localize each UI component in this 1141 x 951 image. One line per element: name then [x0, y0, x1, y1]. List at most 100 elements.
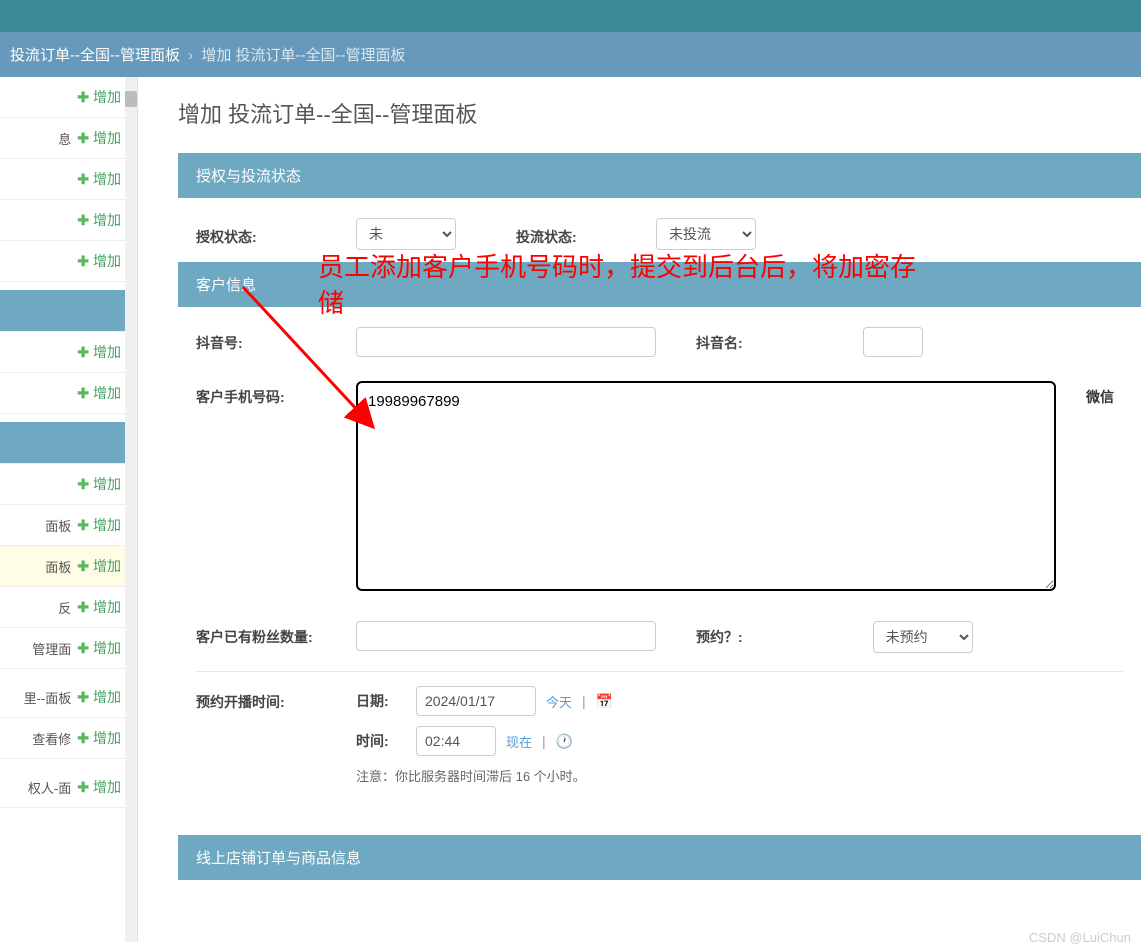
sidebar-add-link[interactable]: ✚增加: [77, 474, 121, 494]
plus-icon: ✚: [77, 89, 89, 106]
sidebar-item[interactable]: 息 ✚增加: [0, 118, 137, 159]
sidebar-add-link[interactable]: ✚增加: [77, 251, 121, 271]
time-input[interactable]: [416, 726, 496, 756]
sidebar-item[interactable]: ✚增加: [0, 159, 137, 200]
sidebar-item[interactable]: ✚增加: [0, 464, 137, 505]
sidebar-item-label: 权人-面: [28, 778, 71, 797]
sidebar-item-label: 查看修: [32, 729, 71, 748]
fans-label: 客户已有粉丝数量:: [196, 621, 356, 647]
reserve-label: 预约？:: [696, 621, 743, 647]
sidebar-item[interactable]: ✚增加: [0, 77, 137, 118]
pipe-sep: |: [582, 693, 586, 709]
plus-icon: ✚: [77, 253, 89, 270]
add-text: 增加: [93, 777, 121, 797]
scroll-track[interactable]: [125, 77, 137, 942]
plus-icon: ✚: [77, 130, 89, 147]
phone-label: 客户手机号码:: [196, 381, 356, 407]
section-auth-body: 授权状态: 未 投流状态: 未投流: [178, 198, 1141, 262]
page-title: 增加 投流订单--全国--管理面板: [178, 97, 1141, 129]
plus-icon: ✚: [77, 344, 89, 361]
sidebar-add-link[interactable]: ✚增加: [77, 383, 121, 403]
auth-status-select[interactable]: 未: [356, 218, 456, 250]
sidebar-item[interactable]: 反 ✚增加: [0, 587, 137, 628]
breadcrumb-main[interactable]: 投流订单--全国--管理面板: [10, 47, 180, 64]
sidebar-add-link[interactable]: ✚增加: [77, 777, 121, 797]
sidebar-add-link[interactable]: ✚增加: [77, 342, 121, 362]
sidebar-add-link[interactable]: ✚增加: [77, 597, 121, 617]
now-link[interactable]: 现在: [506, 732, 532, 751]
sidebar-item-label: 反: [58, 598, 71, 617]
breadcrumb: 投流订单--全国--管理面板 › 增加 投流订单--全国--管理面板: [0, 32, 1141, 77]
add-text: 增加: [93, 87, 121, 107]
add-text: 增加: [93, 597, 121, 617]
flow-status-label: 投流状态:: [516, 221, 656, 247]
date-input[interactable]: [416, 686, 536, 716]
add-text: 增加: [93, 515, 121, 535]
sidebar-add-link[interactable]: ✚增加: [77, 210, 121, 230]
sidebar-spacer: [0, 414, 137, 422]
add-text: 增加: [93, 251, 121, 271]
sidebar-add-link[interactable]: ✚增加: [77, 638, 121, 658]
section-shop-header: 线上店铺订单与商品信息: [178, 835, 1141, 880]
watermark: CSDN @LuiChun: [1029, 930, 1131, 945]
sidebar-item-label: 面板: [45, 557, 71, 576]
douyin-no-label: 抖音号:: [196, 327, 356, 353]
sidebar-item[interactable]: ✚增加: [0, 332, 137, 373]
sidebar-item[interactable]: ✚增加: [0, 373, 137, 414]
top-band: [0, 0, 1141, 32]
section-shop-body: [178, 880, 1141, 912]
sidebar-section-header: [0, 290, 137, 332]
sidebar-spacer: [0, 759, 137, 767]
scroll-thumb[interactable]: [125, 91, 137, 107]
plus-icon: ✚: [77, 730, 89, 747]
sidebar-item[interactable]: 里--面板 ✚增加: [0, 677, 137, 718]
today-link[interactable]: 今天: [546, 692, 572, 711]
sidebar-item-label: 息: [58, 129, 71, 148]
sidebar-add-link[interactable]: ✚增加: [77, 687, 121, 707]
reserve-select[interactable]: 未预约: [873, 621, 973, 653]
sidebar-item[interactable]: ✚增加: [0, 241, 137, 282]
add-text: 增加: [93, 210, 121, 230]
plus-icon: ✚: [77, 779, 89, 796]
sidebar-item[interactable]: ✚增加: [0, 200, 137, 241]
plus-icon: ✚: [77, 689, 89, 706]
breadcrumb-current: 增加 投流订单--全国--管理面板: [201, 47, 405, 64]
add-text: 增加: [93, 728, 121, 748]
add-text: 增加: [93, 169, 121, 189]
sidebar-item-label: 里--面板: [24, 688, 72, 707]
pipe-sep: |: [542, 733, 546, 749]
section-customer-header: 客户信息: [178, 262, 1141, 307]
sidebar-item[interactable]: 权人-面 ✚增加: [0, 767, 137, 808]
sidebar-item[interactable]: 管理面✚增加: [0, 628, 137, 669]
add-text: 增加: [93, 383, 121, 403]
sidebar-add-link[interactable]: ✚增加: [77, 728, 121, 748]
plus-icon: ✚: [77, 558, 89, 575]
sidebar-item-label: 面板: [45, 516, 71, 535]
add-text: 增加: [93, 342, 121, 362]
date-label: 日期:: [356, 691, 406, 711]
plus-icon: ✚: [77, 171, 89, 188]
section-auth-header: 授权与投流状态: [178, 153, 1141, 198]
sidebar-item[interactable]: 面板 ✚增加: [0, 505, 137, 546]
sidebar-add-link[interactable]: ✚增加: [77, 87, 121, 107]
sidebar-add-link[interactable]: ✚增加: [77, 515, 121, 535]
section-customer-body: 抖音号: 抖音名: 客户手机号码: 微信 客户已有粉丝数量: 预约？: 未预约: [178, 307, 1141, 815]
sidebar: ▴ ✚增加息✚增加✚增加✚增加✚增加✚增加✚增加✚增加面板✚增加面板✚增加反✚增…: [0, 77, 138, 942]
sidebar-item[interactable]: 查看修 ✚增加: [0, 718, 137, 759]
sidebar-add-link[interactable]: ✚增加: [77, 128, 121, 148]
sidebar-item[interactable]: 面板 ✚增加: [0, 546, 137, 587]
plus-icon: ✚: [77, 385, 89, 402]
fans-input[interactable]: [356, 621, 656, 651]
breadcrumb-sep: ›: [188, 47, 193, 64]
douyin-name-input[interactable]: [863, 327, 923, 357]
add-text: 增加: [93, 128, 121, 148]
broadcast-time-label: 预约开播时间:: [196, 686, 356, 712]
clock-icon[interactable]: 🕐: [556, 733, 573, 750]
sidebar-add-link[interactable]: ✚增加: [77, 556, 121, 576]
douyin-name-label: 抖音名:: [696, 327, 743, 353]
flow-status-select[interactable]: 未投流: [656, 218, 756, 250]
sidebar-add-link[interactable]: ✚增加: [77, 169, 121, 189]
phone-textarea[interactable]: [356, 381, 1056, 591]
calendar-icon[interactable]: 📅: [596, 693, 613, 710]
douyin-no-input[interactable]: [356, 327, 656, 357]
